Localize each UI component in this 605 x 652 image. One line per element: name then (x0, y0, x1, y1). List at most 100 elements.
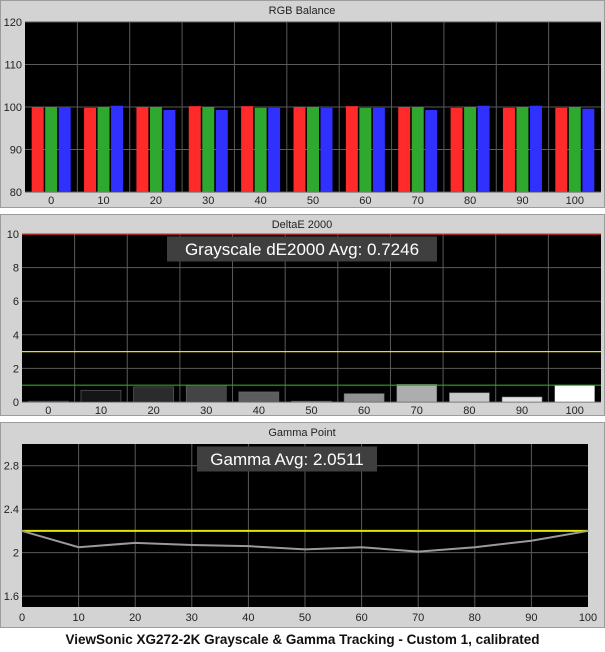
gamma-point (21, 530, 23, 532)
bar (343, 393, 385, 403)
gamma-point (191, 544, 193, 546)
bar-green (464, 107, 477, 192)
chart-title: RGB Balance (269, 5, 336, 17)
x-tick-label: 80 (463, 405, 475, 417)
y-tick-label: 1.6 (4, 591, 19, 603)
bar-green (149, 107, 162, 192)
x-tick-label: 40 (253, 405, 265, 417)
x-tick-label: 50 (299, 612, 311, 624)
bar (501, 396, 543, 403)
x-tick-label: 80 (464, 195, 476, 207)
x-tick-label: 30 (186, 612, 198, 624)
chart-title: DeltaE 2000 (272, 219, 333, 231)
x-tick-label: 100 (579, 612, 597, 624)
x-tick-label: 90 (516, 195, 528, 207)
x-tick-label: 40 (242, 612, 254, 624)
bar-red (31, 107, 44, 192)
x-tick-label: 30 (200, 405, 212, 417)
gamma-point (474, 546, 476, 549)
x-tick-label: 70 (412, 195, 424, 207)
bar-blue (582, 108, 595, 192)
y-tick-label: 2.4 (4, 504, 19, 516)
x-tick-label: 60 (358, 405, 370, 417)
bar (80, 389, 122, 403)
x-tick-label: 10 (97, 195, 109, 207)
chart-stage: RGB Balance 80 90 100 110 120 0 10 20 30 40 50 60 70 8… (0, 0, 605, 652)
bar-blue (320, 107, 333, 192)
bar-red (450, 107, 463, 192)
bar-blue (58, 107, 71, 192)
annotation-label: Grayscale dE2000 Avg: 0.7246 (185, 240, 419, 259)
bar-green (202, 107, 215, 192)
x-tick-label: 60 (359, 195, 371, 207)
gamma-point (77, 546, 80, 549)
gamma-point (417, 550, 420, 553)
y-tick-label: 120 (4, 17, 22, 29)
y-tick-label: 2.8 (4, 461, 19, 473)
x-tick-label: 10 (72, 612, 84, 624)
bar-blue (477, 105, 490, 192)
x-tick-label: 20 (147, 405, 159, 417)
x-tick-label: 0 (45, 405, 51, 417)
bar-blue (111, 105, 124, 192)
x-tick-label: 50 (307, 195, 319, 207)
chart-title: Gamma Point (268, 427, 335, 439)
y-tick-label: 4 (13, 330, 19, 342)
bar (185, 384, 227, 403)
bar-green (45, 107, 58, 192)
y-tick-label: 2 (13, 548, 19, 560)
y-tick-label: 0 (13, 397, 19, 409)
x-tick-label: 0 (48, 195, 54, 207)
bar-green (568, 107, 581, 192)
bar-blue (215, 109, 228, 192)
x-tick-label: 80 (469, 612, 481, 624)
gamma-point (587, 530, 589, 532)
bar-red (241, 106, 254, 192)
bar-red (188, 106, 201, 192)
figure-caption: ViewSonic XG272-2K Grayscale & Gamma Tra… (65, 632, 540, 647)
gamma-point (360, 546, 363, 549)
y-tick-label: 2 (13, 363, 19, 375)
bar (396, 384, 438, 403)
y-tick-label: 80 (10, 187, 22, 199)
bar (291, 400, 332, 403)
bar (554, 384, 595, 403)
bar-green (411, 107, 424, 192)
gamma-point (304, 548, 306, 551)
bar-red (398, 107, 411, 192)
bar (449, 392, 490, 403)
x-tick-label: 100 (566, 405, 584, 417)
bar (133, 386, 174, 403)
x-tick-label: 0 (19, 612, 25, 624)
gamma-point (247, 545, 250, 547)
bar-red (502, 107, 515, 192)
y-tick-label: 100 (4, 102, 22, 114)
y-tick-label: 8 (13, 263, 19, 275)
bar-red (136, 107, 149, 192)
x-tick-label: 20 (150, 195, 162, 207)
x-tick-label: 70 (412, 612, 424, 624)
bar-blue (268, 107, 281, 192)
bar-green (516, 107, 529, 192)
gamma-point (134, 542, 136, 544)
x-tick-label: 50 (305, 405, 317, 417)
bar-blue (529, 105, 542, 192)
x-tick-label: 20 (129, 612, 141, 624)
y-tick-label: 90 (10, 145, 22, 157)
y-tick-label: 110 (4, 60, 22, 72)
bar-red (84, 107, 97, 192)
bar (28, 400, 69, 403)
y-tick-label: 10 (7, 229, 19, 241)
bar-green (97, 107, 110, 192)
x-tick-label: 60 (355, 612, 367, 624)
bar-blue (372, 107, 385, 192)
bar-red (555, 107, 568, 192)
x-tick-label: 10 (95, 405, 107, 417)
x-tick-label: 90 (525, 612, 537, 624)
y-tick-label: 6 (13, 296, 19, 308)
bar-green (359, 107, 372, 192)
x-tick-label: 70 (411, 405, 423, 417)
gamma-point (530, 539, 533, 542)
bar (238, 391, 280, 403)
annotation-label: Gamma Avg: 2.0511 (210, 450, 363, 469)
